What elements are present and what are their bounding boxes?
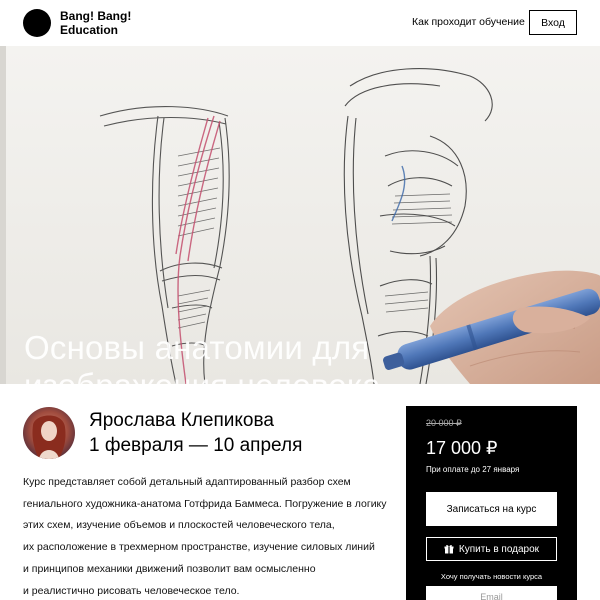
enroll-button[interactable]: Записаться на курс — [426, 492, 557, 526]
description-line: Курс представляет собой детальный адапти… — [23, 476, 351, 488]
course-title: Основы анатомии для изображения человека — [24, 329, 381, 384]
site-header: Bang! Bang! Education Как проходит обуче… — [0, 0, 600, 46]
description-line: и реалистично рисовать человеческое тело… — [23, 584, 240, 597]
newsletter-label: Хочу получать новости курса — [440, 572, 543, 581]
course-dates: 1 февраля — 10 апреля — [89, 435, 303, 456]
logo-icon[interactable] — [23, 9, 51, 37]
email-field[interactable] — [426, 586, 557, 600]
description-line: этих схем, изучение объемов и плоскостей… — [23, 519, 335, 532]
description-line: гениального художника-анатома Готфрида Б… — [23, 497, 387, 510]
current-price: 17 000 ₽ — [426, 438, 498, 458]
gift-button[interactable]: Купить в подарок — [426, 537, 557, 561]
pricing-panel: 20 000 ₽ 17 000 ₽ При оплате до 27 январ… — [406, 406, 577, 600]
login-button[interactable]: Вход — [529, 10, 577, 35]
description-line: их расположение в трехмерном пространств… — [23, 541, 375, 554]
how-it-works-link[interactable]: Как проходит обучение — [412, 16, 525, 28]
gift-icon — [444, 544, 454, 554]
old-price: 20 000 ₽ — [426, 418, 462, 428]
description-line: и принципов механики движений позволит в… — [23, 562, 316, 575]
gift-button-label: Купить в подарок — [458, 543, 540, 555]
hero-banner: Основы анатомии для изображения человека — [0, 46, 600, 384]
logo-text[interactable]: Bang! Bang! Education — [60, 9, 131, 37]
course-description: Курс представляет собой детальный адапти… — [23, 472, 393, 600]
price-note: При оплате до 27 января — [426, 465, 520, 474]
instructor-name: Ярослава Клепикова — [89, 410, 274, 431]
instructor-avatar — [23, 407, 75, 459]
